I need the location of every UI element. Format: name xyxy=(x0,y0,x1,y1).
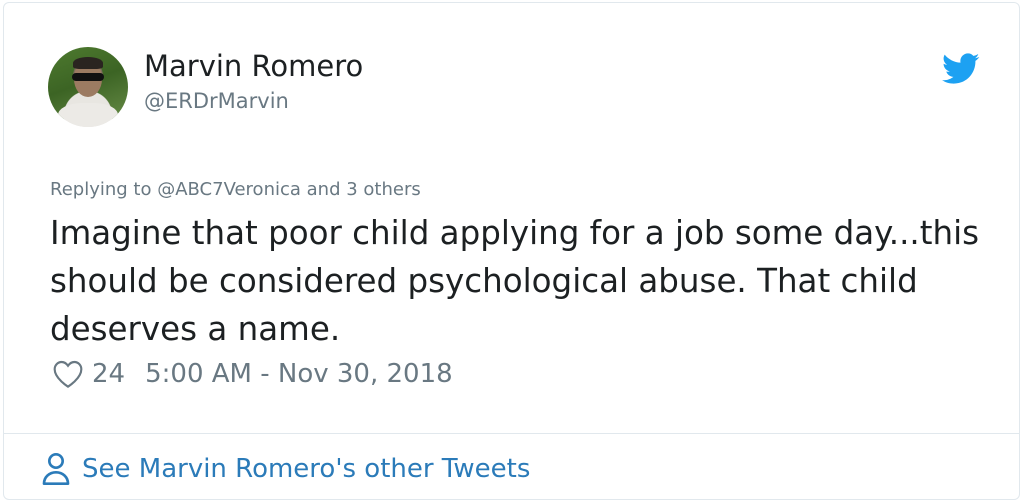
avatar-shirt xyxy=(58,103,118,127)
avatar-sunglasses xyxy=(72,73,104,81)
tweet-meta: 24 5:00 AM - Nov 30, 2018 xyxy=(52,359,453,389)
author-handle[interactable]: @ERDrMarvin xyxy=(144,89,289,113)
divider xyxy=(4,433,1019,434)
replying-to[interactable]: Replying to @ABC7Veronica and 3 others xyxy=(50,179,421,200)
see-other-tweets-link[interactable]: See Marvin Romero's other Tweets xyxy=(40,451,530,487)
avatar-hair xyxy=(73,57,103,69)
twitter-bird-icon[interactable] xyxy=(942,53,980,85)
tweet-text: Imagine that poor child applying for a j… xyxy=(50,214,980,348)
timestamp[interactable]: 5:00 AM - Nov 30, 2018 xyxy=(145,359,453,389)
avatar[interactable] xyxy=(48,47,128,127)
person-icon xyxy=(42,453,70,485)
heart-icon[interactable] xyxy=(52,359,84,389)
like-count[interactable]: 24 xyxy=(92,359,125,389)
author-display-name[interactable]: Marvin Romero xyxy=(144,49,363,83)
see-other-tweets-label[interactable]: See Marvin Romero's other Tweets xyxy=(82,454,530,484)
tweet-card: Marvin Romero @ERDrMarvin Replying to @A… xyxy=(3,2,1020,500)
